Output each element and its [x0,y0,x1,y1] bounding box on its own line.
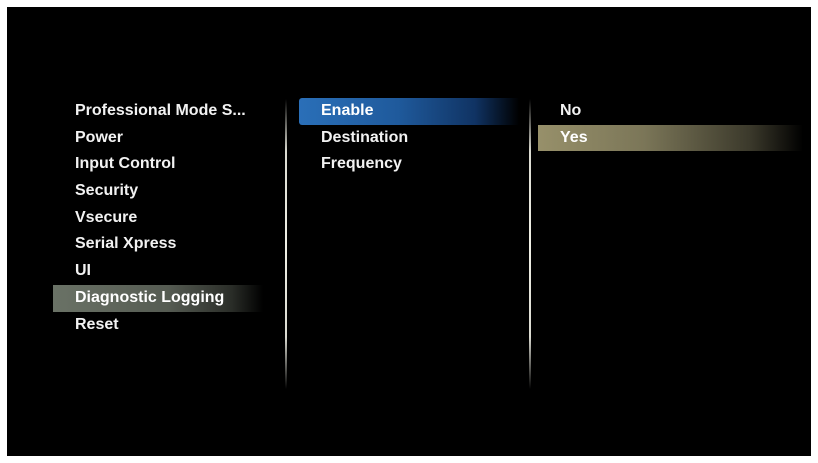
menu-item-professional-mode[interactable]: Professional Mode S... [53,98,263,125]
tv-settings-screen: Professional Mode S... Power Input Contr… [7,7,811,456]
submenu-item-frequency[interactable]: Frequency [299,151,519,178]
submenu-item-destination[interactable]: Destination [299,125,519,152]
enable-options-menu: No Yes [538,98,803,152]
enable-options-column: No Yes [531,7,811,456]
submenu-item-enable[interactable]: Enable [299,98,519,125]
menu-item-ui[interactable]: UI [53,258,263,285]
menu-item-serial-xpress[interactable]: Serial Xpress [53,231,263,258]
option-yes[interactable]: Yes [538,124,803,152]
menu-item-vsecure[interactable]: Vsecure [53,205,263,232]
menu-item-input-control[interactable]: Input Control [53,151,263,178]
main-settings-menu: Professional Mode S... Power Input Contr… [53,98,263,338]
main-settings-column: Professional Mode S... Power Input Contr… [7,7,287,456]
diagnostic-logging-menu: Enable Destination Frequency [299,98,519,178]
menu-item-diagnostic-logging[interactable]: Diagnostic Logging [53,284,263,312]
option-no[interactable]: No [538,98,803,125]
menu-item-reset[interactable]: Reset [53,312,263,339]
diagnostic-logging-column: Enable Destination Frequency [287,7,531,456]
menu-item-power[interactable]: Power [53,125,263,152]
menu-item-security[interactable]: Security [53,178,263,205]
